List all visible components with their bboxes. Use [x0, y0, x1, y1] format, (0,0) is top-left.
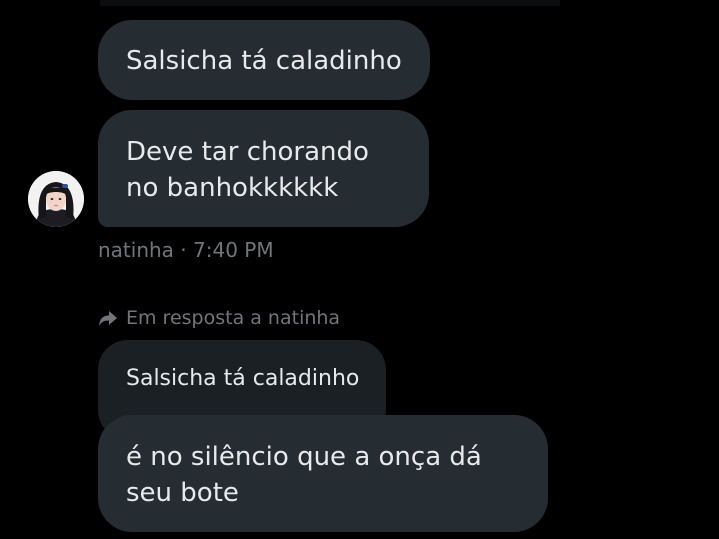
avatar-image — [28, 171, 84, 227]
avatar[interactable] — [28, 171, 84, 227]
message-text: Deve tar chorando no banhokkkkkk — [126, 137, 369, 203]
message-text: Salsicha tá caladinho — [126, 46, 402, 76]
reply-arrow-icon — [98, 308, 118, 328]
quoted-text: Salsicha tá caladinho — [126, 366, 360, 391]
message-bubble[interactable]: Deve tar chorando no banhokkkkkk — [98, 110, 429, 227]
message-author[interactable]: natinha — [98, 238, 174, 262]
message-meta: natinha · 7:40 PM — [98, 236, 274, 264]
meta-separator: · — [180, 238, 187, 262]
reply-message-bubble[interactable]: é no silêncio que a onça dá seu bote — [98, 415, 548, 532]
reply-label: Em resposta a natinha — [126, 307, 341, 329]
message-bubble[interactable]: Salsicha tá caladinho — [98, 20, 430, 100]
previous-message-edge — [100, 0, 560, 6]
reply-context: Em resposta a natinha — [98, 304, 340, 332]
message-text: é no silêncio que a onça dá seu bote — [126, 442, 482, 508]
message-time: 7:40 PM — [193, 238, 274, 262]
